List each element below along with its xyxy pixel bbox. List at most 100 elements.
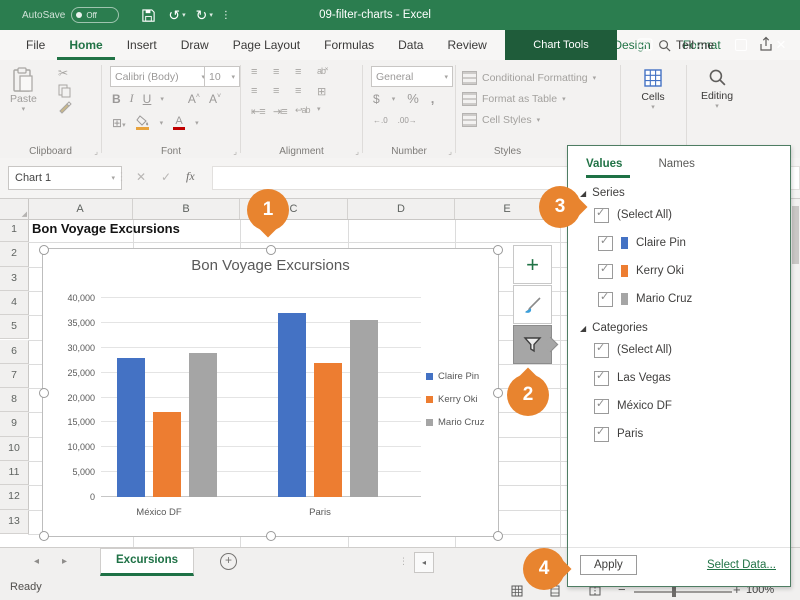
select-data-link[interactable]: Select Data... — [707, 559, 776, 571]
font-name-select: Calibri (Body) ▾ — [110, 66, 210, 87]
category-label-paris[interactable]: Paris — [270, 507, 370, 518]
new-sheet-button[interactable]: + — [220, 553, 237, 570]
chart-selection-handle[interactable] — [39, 388, 49, 398]
cells-button[interactable]: Cells ▾ — [621, 68, 685, 111]
row-header-11[interactable]: 11 — [0, 461, 29, 485]
series-checkbox-claire-pin[interactable]: ✓ — [598, 236, 613, 251]
series-checkbox-kerry-oki[interactable]: ✓ — [598, 264, 613, 279]
alignment-dialog-launcher-icon[interactable]: ⌟ — [355, 147, 359, 156]
column-header-D[interactable]: D — [348, 199, 455, 219]
row-header-12[interactable]: 12 — [0, 485, 29, 509]
name-box[interactable]: Chart 1 ▾ — [8, 166, 122, 190]
vertical-scrollbar[interactable] — [790, 198, 800, 547]
chart-selection-handle[interactable] — [493, 388, 503, 398]
chart-selection-handle[interactable] — [266, 245, 276, 255]
chart-selection-handle[interactable] — [493, 531, 503, 541]
chart-selection-handle[interactable] — [39, 245, 49, 255]
series-checkbox-select-all[interactable]: ✓ — [594, 208, 609, 223]
normal-view-icon[interactable] — [511, 585, 523, 597]
row-header-10[interactable]: 10 — [0, 437, 29, 461]
ribbon-tab-draw[interactable]: Draw — [169, 30, 221, 60]
row-header-5[interactable]: 5 — [0, 315, 29, 339]
ribbon-tab-page-layout[interactable]: Page Layout — [221, 30, 312, 60]
series-label-kerry-oki: Kerry Oki — [636, 265, 684, 277]
chart-styles-button[interactable] — [513, 285, 552, 324]
bar-claire-pin-m-xico-df[interactable] — [117, 358, 145, 497]
zoom-slider-track[interactable] — [634, 591, 732, 593]
cell-A1[interactable]: Bon Voyage Excursions — [32, 221, 180, 236]
chart-filters-button[interactable] — [513, 325, 552, 364]
row-header-1[interactable]: 1 — [0, 218, 29, 242]
chart-selection-handle[interactable] — [266, 531, 276, 541]
paste-button: Paste ▾ — [10, 67, 37, 113]
qat-more-icon[interactable]: ⋮ — [221, 10, 231, 21]
ribbon-tab-review[interactable]: Review — [435, 30, 498, 60]
select-all-corner[interactable]: ◢ — [0, 199, 29, 219]
bar-mario-cruz-m-xico-df[interactable] — [189, 353, 217, 497]
bar-kerry-oki-paris[interactable] — [314, 363, 342, 497]
column-header-A[interactable]: A — [28, 199, 133, 219]
category-label-m-xico-df[interactable]: México DF — [109, 507, 209, 518]
row-header-13[interactable]: 13 — [0, 510, 29, 534]
legend-item-mario-cruz[interactable]: Mario Cruz — [426, 417, 484, 428]
hscroll-left-button[interactable]: ◂ — [414, 552, 434, 573]
bar-mario-cruz-paris[interactable] — [350, 320, 378, 497]
sheet-nav-left-icon[interactable]: ◂ — [34, 556, 39, 567]
editing-button[interactable]: Editing ▾ — [687, 68, 747, 110]
row-header-3[interactable]: 3 — [0, 267, 29, 291]
chart-legend[interactable]: Claire Pin Kerry Oki Mario Cruz — [426, 371, 484, 428]
categories-section-header[interactable]: ◢ Categories — [580, 322, 790, 334]
row-header-7[interactable]: 7 — [0, 364, 29, 388]
row-header-4[interactable]: 4 — [0, 291, 29, 315]
row-header-8[interactable]: 8 — [0, 388, 29, 412]
sheet-tab-excursions[interactable]: Excursions — [100, 548, 194, 576]
bar-claire-pin-paris[interactable] — [278, 313, 306, 497]
legend-item-claire-pin[interactable]: Claire Pin — [426, 371, 484, 382]
sheet-nav-right-icon[interactable]: ▸ — [62, 556, 67, 567]
borders-button: ⊞▾ — [112, 116, 126, 130]
redo-button[interactable]: ↻ ▾ — [196, 7, 213, 24]
row-header-6[interactable]: 6 — [0, 340, 29, 364]
pane-tab-names[interactable]: Names — [658, 158, 694, 170]
align-right-icon: ≡ — [295, 85, 317, 98]
clipboard-dialog-launcher-icon[interactable]: ⌟ — [94, 147, 98, 156]
category-checkbox-m-xico-df[interactable]: ✓ — [594, 399, 609, 414]
autosave-toggle[interactable]: Off — [71, 7, 119, 23]
close-button[interactable]: × — [764, 30, 798, 60]
row-header-2[interactable]: 2 — [0, 242, 29, 266]
undo-button[interactable]: ↺ ▾ — [168, 7, 185, 24]
chart-object[interactable]: Bon Voyage Excursions 05,00010,00015,000… — [42, 248, 499, 537]
zoom-slider-thumb[interactable] — [672, 586, 676, 597]
number-dialog-launcher-icon[interactable]: ⌟ — [448, 147, 452, 156]
chart-elements-button[interactable]: + — [513, 245, 552, 284]
ribbon-tab-file[interactable]: File — [14, 30, 57, 60]
minimize-button[interactable]: — — [682, 30, 716, 60]
chart-selection-handle[interactable] — [493, 245, 503, 255]
apply-button[interactable]: Apply — [580, 555, 637, 575]
ribbon-tab-insert[interactable]: Insert — [115, 30, 169, 60]
chart-title[interactable]: Bon Voyage Excursions — [43, 257, 498, 274]
vertical-scrollbar-thumb[interactable] — [792, 206, 799, 264]
ribbon-tab-data[interactable]: Data — [386, 30, 435, 60]
chart-tools-context-tab[interactable]: Chart Tools — [505, 30, 617, 60]
save-icon[interactable] — [141, 8, 156, 23]
legend-item-kerry-oki[interactable]: Kerry Oki — [426, 394, 484, 405]
bar-kerry-oki-m-xico-df[interactable] — [153, 412, 181, 497]
category-checkbox-las-vegas[interactable]: ✓ — [594, 371, 609, 386]
maximize-button[interactable] — [724, 30, 758, 60]
chart-selection-handle[interactable] — [39, 531, 49, 541]
category-checkbox-select-all[interactable]: ✓ — [594, 343, 609, 358]
pane-tab-values[interactable]: Values — [586, 158, 622, 170]
insert-function-button[interactable]: fx — [186, 169, 195, 184]
align-top-icon: ≡ — [251, 66, 273, 78]
column-header-B[interactable]: B — [133, 199, 240, 219]
series-section-header[interactable]: ◢ Series — [580, 187, 790, 199]
ribbon-tab-formulas[interactable]: Formulas — [312, 30, 386, 60]
font-dialog-launcher-icon[interactable]: ⌟ — [233, 147, 237, 156]
series-checkbox-mario-cruz[interactable]: ✓ — [598, 292, 613, 307]
ribbon-tab-home[interactable]: Home — [57, 30, 114, 60]
ribbon-display-options-icon[interactable] — [628, 30, 662, 60]
hscroll-grip-icon[interactable]: ⋮ — [399, 556, 408, 567]
row-header-9[interactable]: 9 — [0, 412, 29, 436]
category-checkbox-paris[interactable]: ✓ — [594, 427, 609, 442]
